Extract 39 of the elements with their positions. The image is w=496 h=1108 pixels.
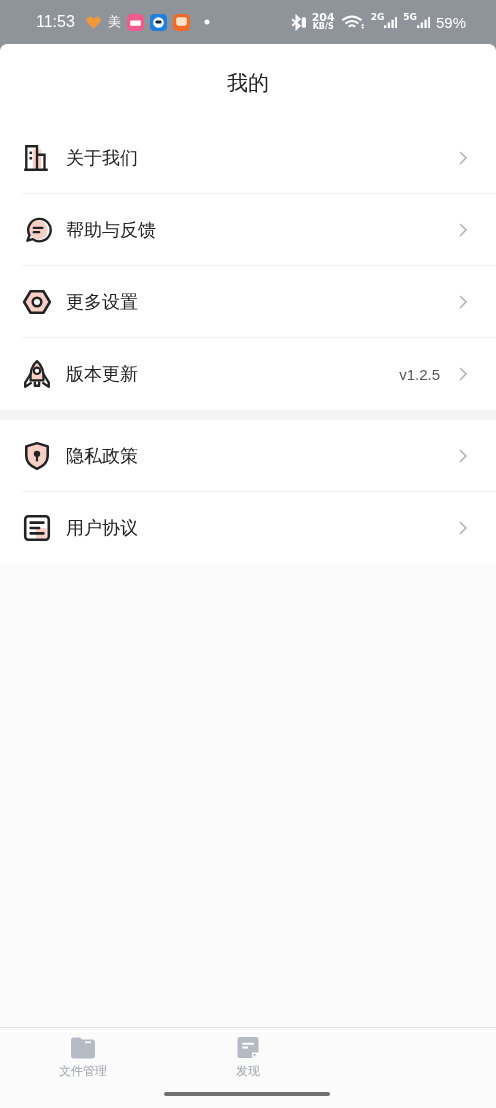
shop-app-icon	[172, 13, 190, 31]
menu-label: 帮助与反馈	[66, 217, 157, 242]
page-title: 我的	[227, 70, 269, 97]
network-label: 2G	[370, 12, 385, 22]
dot-icon	[203, 19, 210, 25]
status-time: 11:53	[36, 13, 75, 31]
chevron-right-icon	[458, 149, 468, 166]
battery-level: 59%	[435, 13, 466, 31]
menu-item[interactable]: 更多设置	[22, 266, 496, 338]
note-icon	[235, 1036, 260, 1059]
speed-value: 204	[311, 13, 335, 22]
menu-label: 用户协议	[66, 516, 139, 540]
folder-icon	[70, 1036, 95, 1059]
chevron-right-icon	[458, 447, 468, 464]
chevron-right-icon	[458, 221, 468, 238]
document-list-icon	[22, 513, 52, 543]
wifi-icon	[340, 14, 365, 30]
video-app-icon	[126, 13, 144, 31]
signal-icon	[416, 15, 430, 29]
rocket-icon	[22, 359, 52, 389]
chevron-right-icon	[458, 366, 468, 382]
signal-icon	[384, 15, 398, 29]
menu-label: 版本更新	[66, 362, 139, 386]
robot-app-icon	[149, 13, 167, 31]
menu-label: 关于我们	[66, 145, 139, 170]
menu-label: 更多设置	[66, 289, 139, 314]
menu-item[interactable]: 版本更新 v1.2.5	[22, 338, 496, 410]
menu-item[interactable]: 用户协议	[22, 492, 496, 564]
chevron-right-icon	[458, 520, 468, 536]
shield-lock-icon	[22, 440, 52, 471]
network-label: 5G	[403, 12, 417, 22]
menu-item[interactable]: 帮助与反馈	[22, 194, 496, 266]
menu-item[interactable]: 隐私政策	[22, 420, 496, 492]
menu-item[interactable]: 关于我们	[22, 122, 496, 194]
chevron-right-icon	[458, 293, 468, 310]
menu-label: 隐私政策	[66, 443, 139, 468]
speed-unit: KB/S	[312, 22, 334, 31]
version-value: v1.2.5	[399, 365, 440, 383]
app-label: 美	[107, 13, 121, 31]
